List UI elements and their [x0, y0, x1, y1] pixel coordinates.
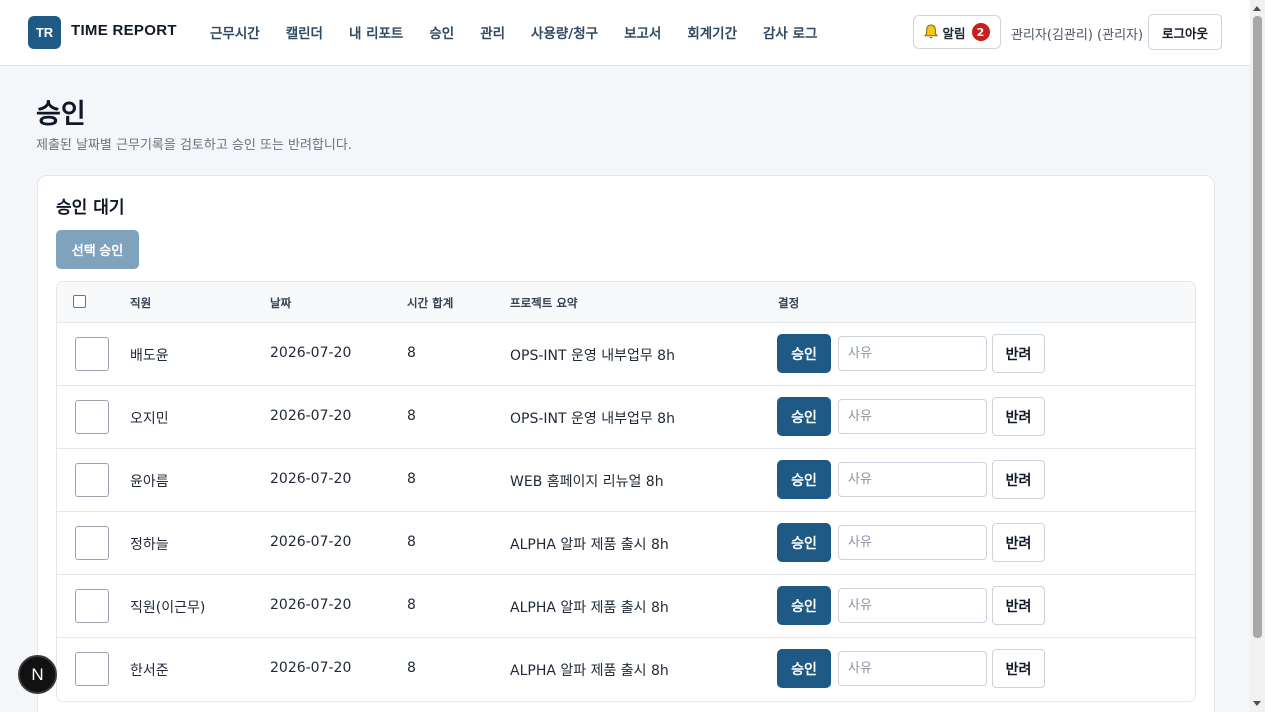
alarm-button[interactable]: 알림 2 — [913, 15, 1001, 49]
row-checkbox[interactable] — [75, 589, 109, 623]
column-header-decision: 결정 — [778, 296, 800, 310]
reason-input[interactable] — [838, 336, 987, 371]
row-checkbox[interactable] — [75, 652, 109, 686]
hours-total: 8 — [407, 471, 416, 487]
reject-button[interactable]: 반려 — [992, 586, 1045, 625]
reject-button[interactable]: 반려 — [992, 334, 1045, 373]
page-scrollbar[interactable] — [1250, 0, 1265, 712]
hours-total: 8 — [407, 597, 416, 613]
table-row: 정하늘 2026-07-20 8 ALPHA 알파 제품 출시 8h 승인 반려 — [57, 512, 1195, 575]
employee-name: 배도윤 — [130, 348, 169, 364]
employee-name: 정하늘 — [130, 537, 169, 553]
project-summary: OPS-INT 운영 내부업무 8h — [510, 348, 675, 364]
project-summary: ALPHA 알파 제품 출시 8h — [510, 663, 669, 679]
top-navbar: TR TIME REPORT 근무시간 캘린더 내 리포트 승인 관리 사용량/… — [0, 0, 1250, 66]
hours-total: 8 — [407, 345, 416, 361]
reason-input[interactable] — [838, 525, 987, 560]
scroll-up-arrow-icon[interactable] — [1253, 6, 1261, 11]
bell-icon — [924, 24, 939, 39]
row-checkbox[interactable] — [75, 463, 109, 497]
nav-item-calendar[interactable]: 캘린더 — [286, 22, 323, 42]
project-summary: ALPHA 알파 제품 출시 8h — [510, 537, 669, 553]
reject-button[interactable]: 반려 — [992, 649, 1045, 688]
brand-name[interactable]: TIME REPORT — [71, 22, 177, 39]
page-subtitle: 제출된 날짜별 근무기록을 검토하고 승인 또는 반려합니다. — [36, 138, 352, 153]
page-title: 승인 — [36, 99, 86, 130]
bulk-approve-button[interactable]: 선택 승인 — [56, 230, 139, 269]
approve-button[interactable]: 승인 — [777, 334, 831, 373]
employee-name: 윤아름 — [130, 474, 169, 490]
reason-input[interactable] — [838, 399, 987, 434]
nav-item-admin[interactable]: 관리 — [480, 22, 505, 42]
logo[interactable]: TR — [28, 16, 61, 49]
nav-item-reports[interactable]: 보고서 — [624, 22, 661, 42]
nav-item-fiscal-period[interactable]: 회계기간 — [687, 22, 737, 42]
row-checkbox[interactable] — [75, 400, 109, 434]
reason-input[interactable] — [838, 651, 987, 686]
nav-item-work-hours[interactable]: 근무시간 — [210, 22, 260, 42]
column-header-employee: 직원 — [130, 296, 152, 310]
row-checkbox[interactable] — [75, 526, 109, 560]
work-date: 2026-07-20 — [270, 471, 352, 487]
select-all-checkbox[interactable] — [73, 295, 86, 308]
table-header: 직원 날짜 시간 합계 프로젝트 요약 결정 — [57, 282, 1195, 323]
column-header-hours: 시간 합계 — [407, 296, 454, 310]
reason-input[interactable] — [838, 462, 987, 497]
work-date: 2026-07-20 — [270, 534, 352, 550]
reason-input[interactable] — [838, 588, 987, 623]
scroll-thumb[interactable] — [1253, 16, 1262, 638]
reject-button[interactable]: 반려 — [992, 523, 1045, 562]
table-row: 윤아름 2026-07-20 8 WEB 홈페이지 리뉴얼 8h 승인 반려 — [57, 449, 1195, 512]
nav-item-my-report[interactable]: 내 리포트 — [349, 22, 403, 42]
project-summary: ALPHA 알파 제품 출시 8h — [510, 600, 669, 616]
nav-item-audit-log[interactable]: 감사 로그 — [763, 22, 817, 42]
reject-button[interactable]: 반려 — [992, 397, 1045, 436]
pending-approval-card: 승인 대기 선택 승인 직원 날짜 시간 합계 프로젝트 요약 결정 배도윤 2… — [37, 175, 1215, 712]
approve-button[interactable]: 승인 — [777, 523, 831, 562]
nav-item-usage-billing[interactable]: 사용량/청구 — [531, 22, 598, 42]
approve-button[interactable]: 승인 — [777, 460, 831, 499]
employee-name: 한서준 — [130, 663, 169, 679]
nav-item-approval[interactable]: 승인 — [429, 22, 454, 42]
project-summary: WEB 홈페이지 리뉴얼 8h — [510, 474, 664, 490]
hours-total: 8 — [407, 534, 416, 550]
alarm-label: 알림 — [942, 25, 966, 41]
employee-name: 오지민 — [130, 411, 169, 427]
column-header-project: 프로젝트 요약 — [510, 296, 578, 310]
approve-button[interactable]: 승인 — [777, 586, 831, 625]
table-row: 한서준 2026-07-20 8 ALPHA 알파 제품 출시 8h 승인 반려 — [57, 638, 1195, 701]
scroll-down-arrow-icon[interactable] — [1253, 701, 1261, 706]
reject-button[interactable]: 반려 — [992, 460, 1045, 499]
project-summary: OPS-INT 운영 내부업무 8h — [510, 411, 675, 427]
main-nav: 근무시간 캘린더 내 리포트 승인 관리 사용량/청구 보고서 회계기간 감사 … — [210, 22, 843, 42]
table-row: 오지민 2026-07-20 8 OPS-INT 운영 내부업무 8h 승인 반… — [57, 386, 1195, 449]
work-date: 2026-07-20 — [270, 408, 352, 424]
hours-total: 8 — [407, 408, 416, 424]
employee-name: 직원(이근무) — [130, 600, 206, 616]
dev-tools-badge[interactable]: N — [18, 655, 57, 694]
approve-button[interactable]: 승인 — [777, 397, 831, 436]
table-row: 직원(이근무) 2026-07-20 8 ALPHA 알파 제품 출시 8h 승… — [57, 575, 1195, 638]
logout-button[interactable]: 로그아웃 — [1148, 14, 1222, 50]
alarm-count-badge: 2 — [971, 23, 990, 41]
work-date: 2026-07-20 — [270, 660, 352, 676]
row-checkbox[interactable] — [75, 337, 109, 371]
card-title: 승인 대기 — [56, 198, 125, 218]
approval-table: 직원 날짜 시간 합계 프로젝트 요약 결정 배도윤 2026-07-20 8 … — [56, 281, 1196, 702]
table-row: 배도윤 2026-07-20 8 OPS-INT 운영 내부업무 8h 승인 반… — [57, 323, 1195, 386]
column-header-date: 날짜 — [270, 296, 292, 310]
work-date: 2026-07-20 — [270, 597, 352, 613]
approve-button[interactable]: 승인 — [777, 649, 831, 688]
hours-total: 8 — [407, 660, 416, 676]
work-date: 2026-07-20 — [270, 345, 352, 361]
current-user-label: 관리자(김관리) (관리자) — [1011, 28, 1144, 43]
